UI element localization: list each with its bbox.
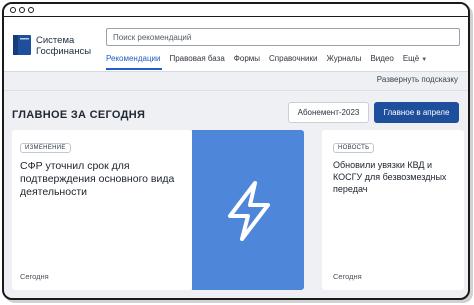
card-title[interactable]: СФР уточнил срок для подтверждения основ… <box>20 160 188 199</box>
search-input[interactable] <box>106 28 460 46</box>
nav-item-legal-base[interactable]: Правовая база <box>169 54 224 63</box>
book-icon[interactable] <box>12 34 32 56</box>
news-card-change[interactable]: ИЗМЕНЕНИЕ СФР уточнил срок для подтвержд… <box>12 130 192 290</box>
brand-line-2: Госфинансы <box>36 46 92 57</box>
active-tab-underline <box>106 68 162 70</box>
card-date: Сегодня <box>333 272 362 281</box>
nav-item-more[interactable]: Ещё ▼ <box>403 54 427 63</box>
nav-item-recommendations[interactable]: Рекомендации <box>106 54 160 63</box>
nav-item-video[interactable]: Видео <box>370 54 393 63</box>
header-divider <box>4 71 468 72</box>
window-control-dot[interactable] <box>19 7 25 13</box>
subscription-button[interactable]: Абонемент-2023 <box>288 102 369 123</box>
site-header: Система Госфинансы Рекомендации Правовая… <box>4 17 468 71</box>
card-badge: НОВОСТЬ <box>333 143 375 153</box>
nav-more-label: Ещё <box>402 54 420 63</box>
main-in-april-button[interactable]: Главное в апреле <box>374 102 459 123</box>
window-control-dot[interactable] <box>28 7 34 13</box>
news-card-news[interactable]: НОВОСТЬ Обновили увязки КВД и КОСГУ для … <box>322 130 464 290</box>
window-titlebar <box>4 4 468 17</box>
expand-hint-link[interactable]: Развернуть подсказку <box>377 75 458 84</box>
card-badge: ИЗМЕНЕНИЕ <box>20 143 71 153</box>
lightning-icon <box>228 181 270 241</box>
hint-divider <box>4 90 468 91</box>
brand-name[interactable]: Система Госфинансы <box>36 35 91 57</box>
browser-window: Система Госфинансы Рекомендации Правовая… <box>2 2 470 300</box>
card-date: Сегодня <box>20 272 49 281</box>
nav-item-journals[interactable]: Журналы <box>326 54 361 63</box>
window-control-dot[interactable] <box>10 7 16 13</box>
chevron-down-icon: ▼ <box>421 57 428 63</box>
section-title: ГЛАВНОЕ ЗА СЕГОДНЯ <box>12 109 146 121</box>
main-nav: Рекомендации Правовая база Формы Справоч… <box>106 54 436 63</box>
card-image[interactable] <box>192 130 304 290</box>
nav-item-references[interactable]: Справочники <box>269 54 317 63</box>
brand-line-1: Система <box>36 35 75 46</box>
nav-item-forms[interactable]: Формы <box>234 54 260 63</box>
card-title[interactable]: Обновили увязки КВД и КОСГУ для безвозме… <box>333 159 458 195</box>
